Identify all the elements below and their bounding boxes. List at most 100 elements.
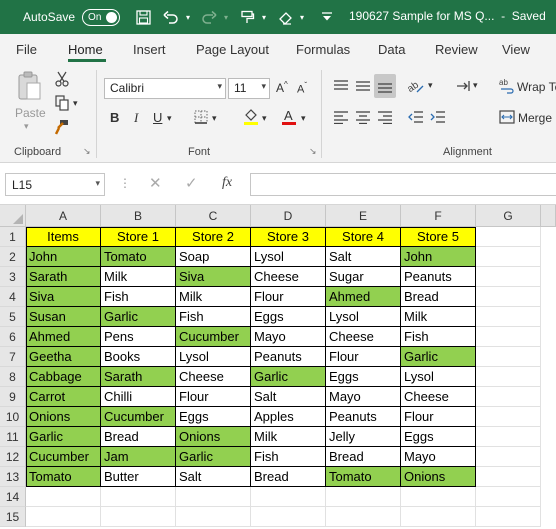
cell-e4[interactable]: Ahmed [326,287,401,307]
cell-a6[interactable]: Ahmed [26,327,101,347]
cell-e10[interactable]: Peanuts [326,407,401,427]
cell-a3[interactable]: Sarath [26,267,101,287]
paste-label[interactable]: Paste [15,106,46,120]
cell-f8[interactable]: Lysol [401,367,476,387]
cell-b11[interactable]: Bread [101,427,176,447]
cell-e9[interactable]: Mayo [326,387,401,407]
cell-g7[interactable] [476,347,541,367]
cell-a4[interactable]: Siva [26,287,101,307]
cell-a13[interactable]: Tomato [26,467,101,487]
row-header-2[interactable]: 2 [0,247,26,267]
tab-formulas[interactable]: Formulas [296,42,350,57]
row-header-7[interactable]: 7 [0,347,26,367]
cell-b14[interactable] [101,487,176,507]
undo-dropdown-icon[interactable]: ▾ [182,6,194,28]
cell-c3[interactable]: Siva [176,267,251,287]
cell-a1[interactable]: Items [26,227,101,247]
copy-dropdown-icon[interactable]: ▾ [73,98,78,109]
borders-dropdown-icon[interactable]: ▾ [212,113,217,124]
cell-f7[interactable]: Garlic [401,347,476,367]
select-all-corner[interactable] [0,205,26,227]
cell-d14[interactable] [251,487,326,507]
eraser-dropdown-icon[interactable]: ▾ [296,6,308,28]
formula-input[interactable] [250,173,556,196]
cell-g14[interactable] [476,487,541,507]
cell-f3[interactable]: Peanuts [401,267,476,287]
cell-e5[interactable]: Lysol [326,307,401,327]
cell-a2[interactable]: John [26,247,101,267]
cell-a8[interactable]: Cabbage [26,367,101,387]
column-header-d[interactable]: D [251,205,326,227]
wrap-text-label[interactable]: Wrap Te [517,80,556,94]
cell-g9[interactable] [476,387,541,407]
cell-f11[interactable]: Eggs [401,427,476,447]
clipboard-launcher-icon[interactable]: ↘ [83,146,91,157]
format-painter-ribbon-icon[interactable] [53,118,71,136]
font-size-box[interactable]: 11 ▾ [228,78,270,99]
cell-a15[interactable] [26,507,101,527]
cell-c12[interactable]: Garlic [176,447,251,467]
borders-icon[interactable] [192,108,210,126]
cell-f9[interactable]: Cheese [401,387,476,407]
cell-e14[interactable] [326,487,401,507]
cell-e1[interactable]: Store 4 [326,227,401,247]
cell-b3[interactable]: Milk [101,267,176,287]
cell-e15[interactable] [326,507,401,527]
redo-dropdown-icon[interactable]: ▾ [220,6,232,28]
cell-c4[interactable]: Milk [176,287,251,307]
cell-g13[interactable] [476,467,541,487]
cell-a14[interactable] [26,487,101,507]
cell-g1[interactable] [476,227,541,247]
column-header-e[interactable]: E [326,205,401,227]
font-launcher-icon[interactable]: ↘ [309,146,317,157]
cell-g2[interactable] [476,247,541,267]
cell-d1[interactable]: Store 3 [251,227,326,247]
cell-f2[interactable]: John [401,247,476,267]
cell-b8[interactable]: Sarath [101,367,176,387]
cell-c10[interactable]: Eggs [176,407,251,427]
column-header-b[interactable]: B [101,205,176,227]
decrease-font-icon[interactable]: Aˇ [297,81,307,96]
font-color-dropdown-icon[interactable]: ▾ [301,113,306,124]
decrease-indent-icon[interactable] [406,107,426,127]
cell-f5[interactable]: Milk [401,307,476,327]
name-box[interactable]: L15 ▾ [5,173,105,196]
cell-a7[interactable]: Geetha [26,347,101,367]
cell-d13[interactable]: Bread [251,467,326,487]
cut-icon[interactable] [53,70,71,88]
bold-button[interactable]: B [110,110,119,125]
row-header-10[interactable]: 10 [0,407,26,427]
customize-dropdown-icon[interactable] [316,6,338,28]
cell-g12[interactable] [476,447,541,467]
cell-d9[interactable]: Salt [251,387,326,407]
cell-b6[interactable]: Pens [101,327,176,347]
cell-g6[interactable] [476,327,541,347]
cell-a11[interactable]: Garlic [26,427,101,447]
text-direction-icon[interactable] [453,76,473,96]
cell-b5[interactable]: Garlic [101,307,176,327]
cell-d5[interactable]: Eggs [251,307,326,327]
undo-icon[interactable] [160,6,182,28]
row-header-13[interactable]: 13 [0,467,26,487]
column-header-a[interactable]: A [26,205,101,227]
tab-view[interactable]: View [502,42,530,57]
cell-e3[interactable]: Sugar [326,267,401,287]
cell-c7[interactable]: Lysol [176,347,251,367]
tab-file[interactable]: File [16,42,37,57]
cell-f4[interactable]: Bread [401,287,476,307]
cell-e8[interactable]: Eggs [326,367,401,387]
cell-d2[interactable]: Lysol [251,247,326,267]
row-header-3[interactable]: 3 [0,267,26,287]
column-header-g[interactable]: G [476,205,541,227]
tab-home[interactable]: Home [68,42,103,57]
cell-g11[interactable] [476,427,541,447]
cell-e2[interactable]: Salt [326,247,401,267]
cell-c6[interactable]: Cucumber [176,327,251,347]
cell-a10[interactable]: Onions [26,407,101,427]
cell-g10[interactable] [476,407,541,427]
cell-e12[interactable]: Bread [326,447,401,467]
cell-f14[interactable] [401,487,476,507]
cell-f13[interactable]: Onions [401,467,476,487]
row-header-12[interactable]: 12 [0,447,26,467]
align-middle-icon[interactable] [353,76,373,96]
